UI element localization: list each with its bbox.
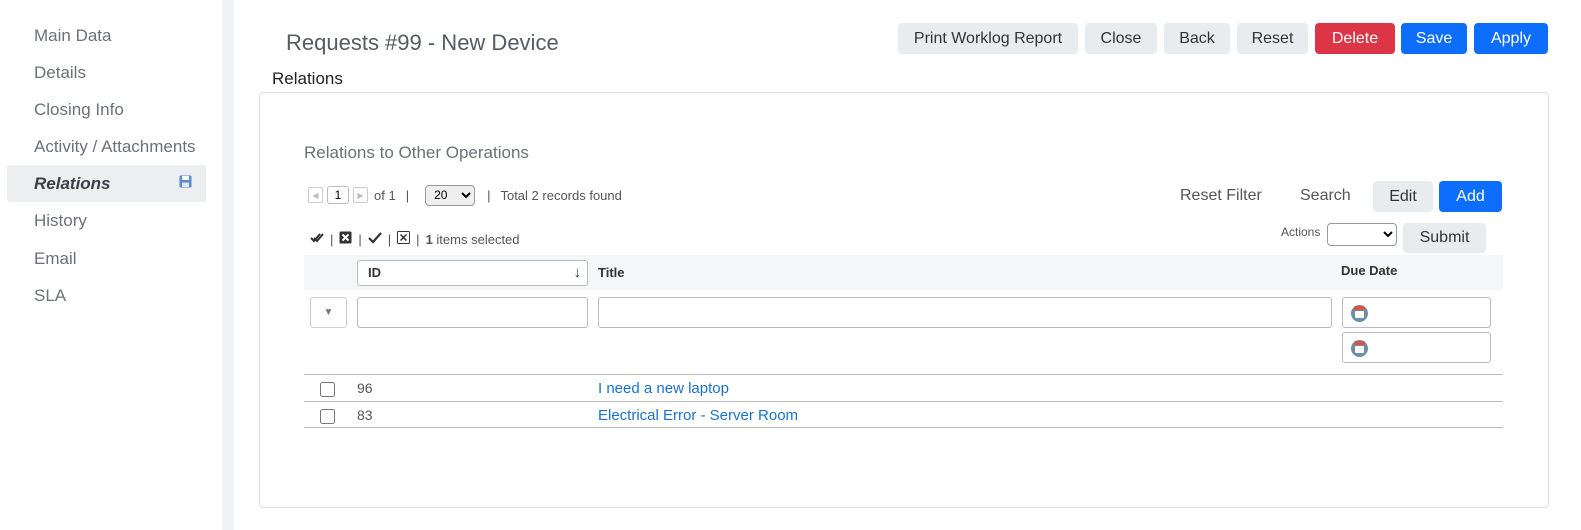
- selected-count: 1: [425, 231, 433, 247]
- pager-separator: |: [405, 187, 410, 203]
- selection-separator: |: [387, 231, 392, 247]
- back-button[interactable]: Back: [1164, 23, 1230, 54]
- selection-separator: |: [358, 231, 362, 247]
- sidebar-item-label: Email: [34, 249, 77, 268]
- filter-dropdown[interactable]: ▼: [310, 297, 347, 328]
- sidebar-item-main-data[interactable]: Main Data: [7, 17, 206, 54]
- section-title: Relations: [272, 69, 343, 88]
- add-button[interactable]: Add: [1439, 181, 1502, 212]
- row-checkbox[interactable]: [320, 409, 335, 424]
- selection-count: 1 items selected: [426, 232, 520, 247]
- row-title-link[interactable]: I need a new laptop: [598, 380, 729, 397]
- selection-separator: |: [416, 231, 420, 247]
- column-header-due-date[interactable]: Due Date: [1341, 263, 1397, 278]
- close-button[interactable]: Close: [1085, 23, 1157, 54]
- sidebar-item-history[interactable]: History: [7, 202, 206, 239]
- due-date-to-input[interactable]: [1342, 332, 1491, 363]
- apply-button[interactable]: Apply: [1474, 23, 1548, 54]
- sidebar-item-sla[interactable]: SLA: [7, 277, 206, 314]
- page-size-select[interactable]: 20: [425, 184, 476, 206]
- reset-filter-button[interactable]: Reset Filter: [1180, 187, 1262, 205]
- sidebar-item-activity-attachments[interactable]: Activity / Attachments: [7, 128, 206, 165]
- pager-separator: |: [487, 187, 491, 203]
- sidebar-item-closing-info[interactable]: Closing Info: [7, 91, 206, 128]
- sidebar-item-label: History: [34, 211, 87, 230]
- page-count: of 1: [374, 187, 396, 203]
- table-row: 96 I need a new laptop: [304, 374, 1503, 401]
- column-label: ID: [368, 265, 381, 280]
- page-number-input[interactable]: [327, 186, 349, 204]
- main-content: Requests #99 - New Device Relations Prin…: [234, 0, 1581, 530]
- selected-label: items selected: [436, 231, 520, 247]
- floppy-disk-icon: [179, 175, 192, 188]
- uncheck-icon[interactable]: [397, 231, 411, 247]
- next-page-icon[interactable]: ▶: [353, 187, 368, 203]
- save-button[interactable]: Save: [1401, 23, 1467, 54]
- selection-separator: |: [330, 231, 334, 247]
- panel-title: Relations to Other Operations: [304, 143, 529, 162]
- row-id: 83: [357, 407, 373, 423]
- prev-page-icon[interactable]: ◀: [308, 187, 323, 203]
- sidebar-item-label: Relations: [34, 174, 111, 193]
- sidebar-divider: [222, 0, 234, 530]
- column-header-title[interactable]: Title: [598, 265, 625, 280]
- actions-label: Actions: [1281, 225, 1321, 239]
- calendar-icon[interactable]: [1351, 305, 1368, 322]
- row-checkbox[interactable]: [320, 382, 335, 397]
- actions-select[interactable]: [1327, 223, 1397, 246]
- sidebar-item-label: Activity / Attachments: [34, 137, 196, 156]
- search-button[interactable]: Search: [1300, 187, 1351, 205]
- page-title: Requests #99 - New Device: [286, 30, 559, 55]
- sidebar-item-label: Main Data: [34, 26, 112, 45]
- calendar-icon[interactable]: [1351, 340, 1368, 357]
- sidebar-item-label: Details: [34, 63, 86, 82]
- table-row: 83 Electrical Error - Server Room: [304, 401, 1503, 428]
- sidebar-item-label: SLA: [34, 286, 67, 305]
- id-filter-input[interactable]: [357, 297, 588, 328]
- caret-down-icon: ▼: [323, 307, 334, 318]
- pagination: ◀ ▶ of 1 | 20 | Total 2 records found: [308, 184, 622, 206]
- row-title-link[interactable]: Electrical Error - Server Room: [598, 407, 798, 424]
- sort-down-icon[interactable]: ↓: [574, 261, 582, 285]
- edit-button[interactable]: Edit: [1373, 181, 1433, 212]
- relations-panel: Relations to Other Operations ◀ ▶ of 1 |…: [259, 92, 1549, 508]
- table-header: ID ↓ Title Due Date: [304, 255, 1503, 290]
- title-filter-input[interactable]: [598, 297, 1332, 328]
- selection-toolbar: | | | | 1 items selected: [310, 230, 520, 248]
- due-date-from-input[interactable]: [1342, 297, 1491, 328]
- sidebar: Main Data Details Closing Info Activity …: [0, 0, 222, 530]
- sidebar-item-relations[interactable]: Relations: [7, 165, 206, 202]
- print-worklog-report-button[interactable]: Print Worklog Report: [898, 23, 1078, 54]
- row-id: 96: [357, 380, 373, 396]
- submit-button[interactable]: Submit: [1403, 223, 1486, 253]
- delete-button[interactable]: Delete: [1315, 23, 1395, 54]
- select-all-icon[interactable]: [310, 232, 324, 247]
- column-header-id[interactable]: ID ↓: [357, 260, 588, 286]
- sidebar-item-details[interactable]: Details: [7, 54, 206, 91]
- check-icon[interactable]: [368, 231, 382, 247]
- sidebar-item-label: Closing Info: [34, 100, 124, 119]
- total-records: Total 2 records found: [500, 187, 622, 203]
- deselect-all-icon[interactable]: [339, 231, 352, 247]
- reset-button[interactable]: Reset: [1237, 23, 1308, 54]
- sidebar-item-email[interactable]: Email: [7, 240, 206, 277]
